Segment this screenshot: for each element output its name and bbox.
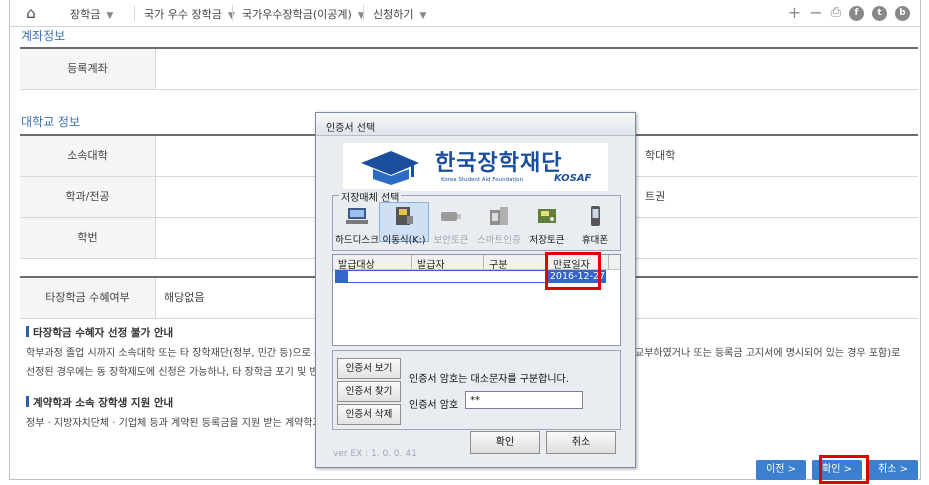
logo-korean-text: 한국장학재단 (435, 151, 563, 176)
nav-label: 장학금 (70, 8, 101, 21)
device-security-token[interactable]: 보안토큰 (427, 206, 475, 246)
row-label: 등록계좌 (20, 49, 156, 89)
version-text: ver EX : 1. 0. 0. 41 (333, 449, 417, 459)
storage-media-group: 저장매체 선택 하드디스크 이동식(K:) 보안토큰 스마트인증 저장토큰 휴대… (332, 189, 621, 251)
delete-certificate-button[interactable]: 인증서 삭제 (337, 404, 401, 425)
home-icon[interactable]: ⌂ (22, 4, 40, 22)
nav-apply[interactable]: 신청하기 ▼ (373, 6, 427, 21)
dialog-ok-button[interactable]: 확인 (470, 431, 540, 454)
top-nav: ⌂ 장학금 ▼ 국가 우수 장학금▼ 국가우수장학금(이공계)▼ 신청하기 ▼ + … (10, 0, 920, 27)
mobile-phone-icon (591, 206, 600, 226)
column-divider (608, 255, 609, 269)
dialog-title: 인증서 선택 (326, 123, 376, 134)
column-divider (483, 255, 484, 269)
section-title-account: 계좌정보 (21, 29, 66, 43)
nav-divider (134, 5, 135, 21)
nav-label: 국가우수장학금(이공계) (242, 8, 352, 21)
notice-heading-text: 계약학과 소속 장학생 지원 안내 (33, 397, 174, 409)
nav-scholarship[interactable]: 장학금 ▼ (70, 6, 114, 21)
notice-line-right: 교부하였거나 또는 등록금 고지서에 명시되어 있는 경우 포함)로 (635, 348, 901, 359)
cancel-button[interactable]: 취소 > (868, 460, 918, 480)
device-label: 스마트인증 (477, 235, 521, 246)
device-label: 이동식(K:) (382, 235, 426, 246)
prev-button[interactable]: 이전 > (756, 460, 807, 480)
device-hard-disk[interactable]: 하드디스크 (333, 206, 381, 246)
highlight-box-expiry (545, 252, 601, 290)
bullet-bar (26, 396, 29, 407)
nav-national-excellence[interactable]: 국가 우수 장학금▼ (144, 6, 235, 21)
certificate-icon (336, 271, 348, 282)
row-label: 소속대학 (20, 136, 156, 176)
blog-icon[interactable]: b (895, 5, 910, 21)
section-title-university: 대학교 정보 (21, 115, 81, 129)
row-value-right: 학대학 (645, 149, 676, 162)
zoom-out-icon[interactable]: − (809, 4, 822, 22)
chevron-down-icon: ▼ (106, 11, 114, 21)
device-label: 보안토큰 (433, 235, 469, 246)
device-label: 저장토큰 (529, 235, 565, 246)
password-input[interactable]: ** (465, 391, 583, 409)
row-label: 학과/전공 (20, 177, 156, 217)
smart-auth-icon (490, 207, 508, 225)
certificate-row[interactable] (335, 270, 549, 283)
dialog-titlebar[interactable]: 인증서 선택 (316, 113, 635, 136)
twitter-icon[interactable]: t (872, 5, 887, 21)
device-mobile-phone[interactable]: 휴대폰 (571, 206, 619, 246)
account-table: 등록계좌 (20, 47, 918, 90)
col-issuer[interactable]: 발급자 (417, 256, 445, 271)
device-smart-auth[interactable]: 스마트인증 (475, 206, 523, 246)
logo-brand-text: KOSAF (554, 173, 592, 184)
col-type[interactable]: 구분 (489, 256, 507, 271)
col-issued-to[interactable]: 발급대상 (338, 256, 375, 271)
highlight-box-confirm (819, 455, 869, 484)
row-label: 학번 (20, 218, 156, 258)
column-divider (411, 255, 412, 269)
nav-label: 신청하기 (373, 8, 414, 21)
view-certificate-button[interactable]: 인증서 보기 (337, 358, 401, 379)
device-removable-disk[interactable]: 이동식(K:) (379, 202, 429, 246)
nav-label: 국가 우수 장학금 (144, 8, 222, 21)
password-label: 인증서 암호 (409, 400, 459, 411)
chevron-down-icon: ▼ (419, 11, 427, 21)
print-icon[interactable]: ⎙ (831, 4, 841, 22)
storage-token-icon (538, 209, 556, 223)
zoom-in-icon[interactable]: + (788, 4, 801, 22)
security-token-icon (441, 212, 461, 221)
toolbar: + − ⎙ f t b (788, 4, 910, 22)
hard-disk-icon (346, 208, 368, 224)
table-row: 등록계좌 (20, 49, 918, 90)
device-label: 휴대폰 (581, 235, 609, 246)
device-storage-token[interactable]: 저장토큰 (523, 206, 571, 246)
certificate-dialog: 인증서 선택 한국장학재단 Korea Student Aid Foundati… (315, 112, 636, 468)
graduation-cap-icon (361, 151, 419, 185)
case-sensitive-note: 인증서 암호는 대소문자를 구분합니다. (409, 374, 569, 385)
logo-english-text: Korea Student Aid Foundation (441, 177, 523, 183)
find-certificate-button[interactable]: 인증서 찾기 (337, 381, 401, 402)
removable-disk-icon (396, 207, 413, 225)
row-value-right: 트권 (645, 190, 666, 203)
nav-science-engineering[interactable]: 국가우수장학금(이공계) ▼ (242, 6, 365, 21)
nav-divider (363, 5, 364, 21)
device-label: 하드디스크 (335, 235, 379, 246)
bullet-bar (26, 326, 29, 337)
facebook-icon[interactable]: f (849, 5, 864, 21)
nav-divider (232, 5, 233, 21)
row-value: 해당없음 (164, 291, 205, 304)
kosaf-logo: 한국장학재단 Korea Student Aid Foundation KOSA… (343, 143, 608, 191)
row-label: 타장학금 수혜여부 (20, 278, 156, 318)
dialog-cancel-button[interactable]: 취소 (546, 431, 616, 454)
notice-heading-text: 타장학금 수혜자 선정 불가 안내 (33, 327, 174, 339)
certificate-actions-panel: 인증서 보기 인증서 찾기 인증서 삭제 인증서 암호는 대소문자를 구분합니다… (332, 350, 621, 430)
